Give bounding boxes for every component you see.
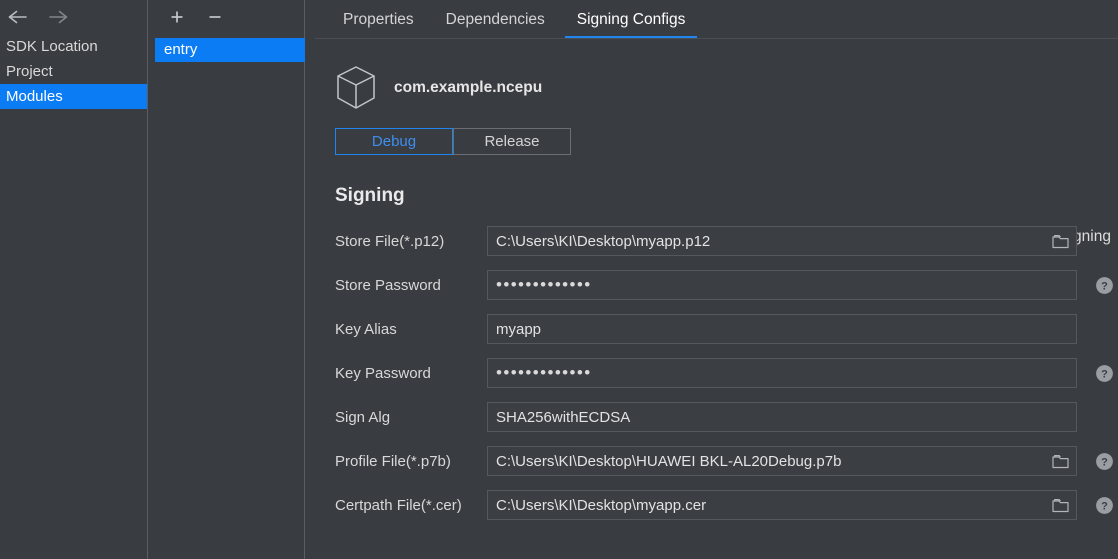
profile-file-field-wrap: [487, 446, 1077, 476]
sidebar-item-label: SDK Location: [6, 38, 98, 55]
field-label: Profile File(*.p7b): [335, 452, 451, 470]
key-password-field-wrap: [487, 358, 1077, 388]
tab-bar: Properties Dependencies Signing Configs: [305, 0, 1118, 39]
svg-text:?: ?: [1101, 280, 1108, 292]
arrow-left-icon[interactable]: [6, 5, 30, 29]
field-label: Key Password: [335, 364, 431, 382]
form-row-key-password: Key Password ?: [305, 351, 1118, 395]
store-password-field-wrap: [487, 270, 1077, 300]
help-icon[interactable]: ?: [1095, 276, 1114, 295]
build-variant-label: Release: [484, 133, 540, 150]
module-cube-icon: [335, 65, 377, 111]
help-icon[interactable]: ?: [1095, 496, 1114, 515]
signing-configs-content: com.example.ncepu Debug Release Automati…: [305, 63, 1118, 527]
tab-label: Signing Configs: [576, 10, 686, 28]
sidebar-item-modules[interactable]: Modules: [0, 84, 147, 109]
minus-icon[interactable]: [206, 8, 224, 26]
signing-form: Store File(*.p12) Store Pa: [305, 219, 1118, 527]
sidebar-item-label: Modules: [6, 88, 63, 105]
settings-nav-list: SDK Location Project Modules: [0, 34, 147, 109]
sidebar-item-project[interactable]: Project: [0, 59, 147, 84]
form-row-key-alias: Key Alias: [305, 307, 1118, 351]
tab-properties[interactable]: Properties: [327, 1, 430, 39]
arrow-right-icon[interactable]: [46, 5, 70, 29]
module-list-item-entry[interactable]: entry: [155, 38, 305, 62]
tab-label: Properties: [343, 10, 414, 28]
signing-configs-window: SDK Location Project Modules entry Prope…: [0, 0, 1118, 559]
form-row-certpath-file: Certpath File(*.cer) ?: [305, 483, 1118, 527]
sign-alg-field-wrap: [487, 402, 1077, 432]
module-package-header: com.example.ncepu: [335, 63, 1118, 113]
profile-file-input[interactable]: [487, 446, 1077, 476]
build-variant-toggle: Debug Release: [335, 128, 1118, 155]
form-row-store-password: Store Password ?: [305, 263, 1118, 307]
sidebar-item-label: Project: [6, 63, 53, 80]
sidebar-item-sdk-location[interactable]: SDK Location: [0, 34, 147, 59]
folder-icon[interactable]: [1045, 227, 1076, 255]
store-password-input[interactable]: [487, 270, 1077, 300]
svg-text:?: ?: [1101, 456, 1108, 468]
module-list: entry: [148, 34, 305, 62]
form-row-profile-file: Profile File(*.p7b) ?: [305, 439, 1118, 483]
nav-history-toolbar: [0, 0, 147, 34]
help-icon[interactable]: ?: [1095, 364, 1114, 383]
plus-icon[interactable]: [168, 8, 186, 26]
store-file-field-wrap: [487, 226, 1077, 256]
build-variant-release-button[interactable]: Release: [453, 128, 571, 155]
field-label: Key Alias: [335, 320, 397, 338]
folder-icon[interactable]: [1045, 447, 1076, 475]
help-icon[interactable]: ?: [1095, 452, 1114, 471]
field-label: Certpath File(*.cer): [335, 496, 462, 514]
main-content-panel: Properties Dependencies Signing Configs: [305, 0, 1118, 559]
certpath-file-input[interactable]: [487, 490, 1077, 520]
svg-text:?: ?: [1101, 368, 1108, 380]
form-row-sign-alg: Sign Alg: [305, 395, 1118, 439]
tab-signing-configs[interactable]: Signing Configs: [561, 1, 702, 39]
folder-icon[interactable]: [1045, 491, 1076, 519]
sign-alg-input[interactable]: [487, 402, 1077, 432]
settings-nav-panel: SDK Location Project Modules: [0, 0, 148, 559]
key-password-input[interactable]: [487, 358, 1077, 388]
module-item-label: entry: [164, 41, 198, 58]
store-file-input[interactable]: [487, 226, 1077, 256]
signing-section-title: Signing: [335, 185, 405, 206]
field-label: Sign Alg: [335, 408, 391, 426]
tab-label: Dependencies: [445, 10, 545, 28]
build-variant-label: Debug: [371, 133, 417, 150]
tab-dependencies[interactable]: Dependencies: [430, 1, 561, 39]
svg-text:?: ?: [1101, 500, 1108, 512]
key-alias-input[interactable]: [487, 314, 1077, 344]
build-variant-debug-button[interactable]: Debug: [335, 128, 453, 155]
certpath-file-field-wrap: [487, 490, 1077, 520]
field-label: Store Password: [335, 276, 441, 294]
tab-bar-separator: [315, 38, 1118, 39]
module-list-panel: entry: [148, 0, 305, 559]
form-row-store-file: Store File(*.p12): [305, 219, 1118, 263]
module-list-toolbar: [148, 0, 304, 34]
key-alias-field-wrap: [487, 314, 1077, 344]
package-name: com.example.ncepu: [394, 79, 543, 96]
field-label: Store File(*.p12): [335, 232, 445, 250]
